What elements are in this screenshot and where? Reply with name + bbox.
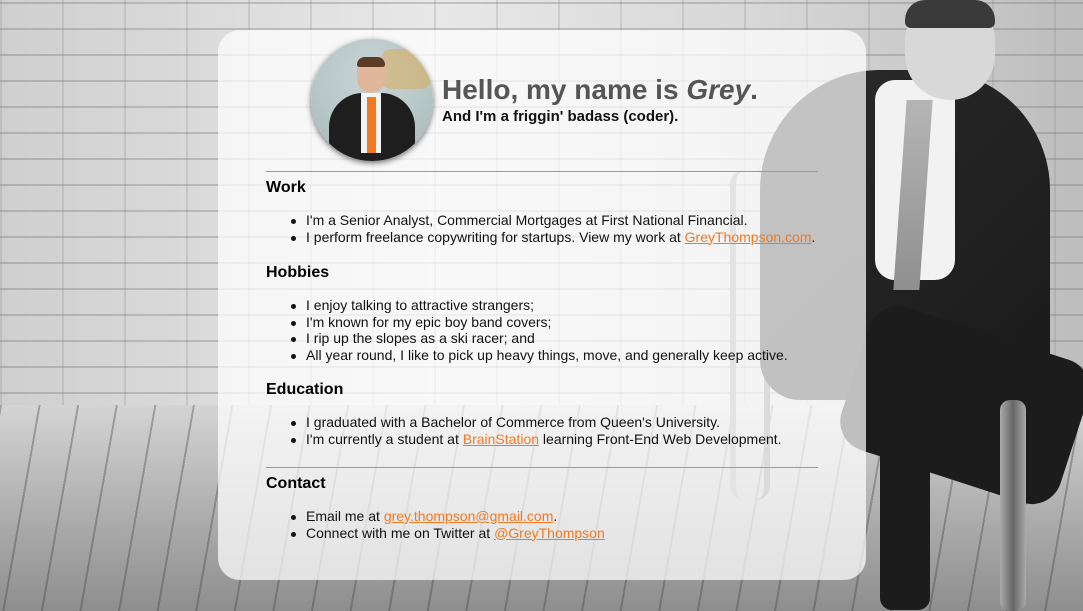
avatar-hair	[357, 57, 385, 67]
work-item: I perform freelance copywriting for star…	[290, 228, 816, 246]
work-item: I'm a Senior Analyst, Commercial Mortgag…	[290, 212, 815, 229]
hobbies-list: I enjoy talking to attractive strangers;…	[291, 297, 788, 363]
contact-list: Email me at grey.thompson@gmail.com. Con…	[291, 508, 605, 542]
hobby-item: I rip up the slopes as a ski racer; and	[291, 330, 788, 347]
greythompson-link[interactable]: GreyThompson.com	[685, 229, 812, 245]
work-item-text: I perform freelance copywriting for star…	[306, 228, 685, 245]
hobby-item: I'm known for my epic boy band covers;	[291, 314, 788, 331]
avatar-tie	[367, 97, 376, 153]
education-item: I graduated with a Bachelor of Commerce …	[291, 414, 782, 431]
hair	[905, 0, 995, 28]
profile-avatar	[311, 39, 433, 161]
page-title: Hello, my name is Grey.	[442, 74, 758, 106]
title-suffix: .	[750, 74, 758, 105]
shin	[880, 390, 930, 610]
hobbies-heading: Hobbies	[266, 264, 330, 281]
contact-item: Connect with me on Twitter at @GreyThomp…	[291, 524, 605, 542]
brainstation-link[interactable]: BrainStation	[463, 431, 539, 447]
contact-email-text: Email me at	[306, 508, 384, 524]
hobby-item: I enjoy talking to attractive strangers;	[291, 297, 788, 314]
title-prefix: Hello, my name is	[442, 74, 687, 105]
contact-heading: Contact	[266, 475, 326, 492]
work-list: I'm a Senior Analyst, Commercial Mortgag…	[290, 212, 816, 246]
email-link[interactable]: grey.thompson@gmail.com	[384, 508, 554, 524]
twitter-link[interactable]: @GreyThompson	[494, 525, 605, 541]
title-name: Grey	[686, 74, 751, 105]
tagline: And I'm a friggin' badass (coder).	[442, 108, 679, 125]
education-item-suffix: learning Front-End Web Development.	[539, 430, 782, 447]
work-item-suffix: .	[811, 228, 816, 245]
avatar-background-map	[381, 49, 431, 89]
education-heading: Education	[266, 381, 344, 398]
divider-top	[266, 171, 818, 172]
education-list: I graduated with a Bachelor of Commerce …	[291, 414, 782, 448]
hobby-item: All year round, I like to pick up heavy …	[291, 346, 788, 363]
education-item: I'm currently a student at BrainStation …	[291, 430, 782, 448]
chair-leg	[1000, 400, 1026, 611]
education-item-text: I'm currently a student at	[306, 430, 463, 447]
contact-email-suffix: .	[553, 508, 558, 524]
work-heading: Work	[266, 179, 306, 196]
contact-twitter-text: Connect with me on Twitter at	[306, 524, 495, 541]
contact-item: Email me at grey.thompson@gmail.com.	[291, 508, 605, 525]
divider-bottom	[266, 467, 818, 468]
